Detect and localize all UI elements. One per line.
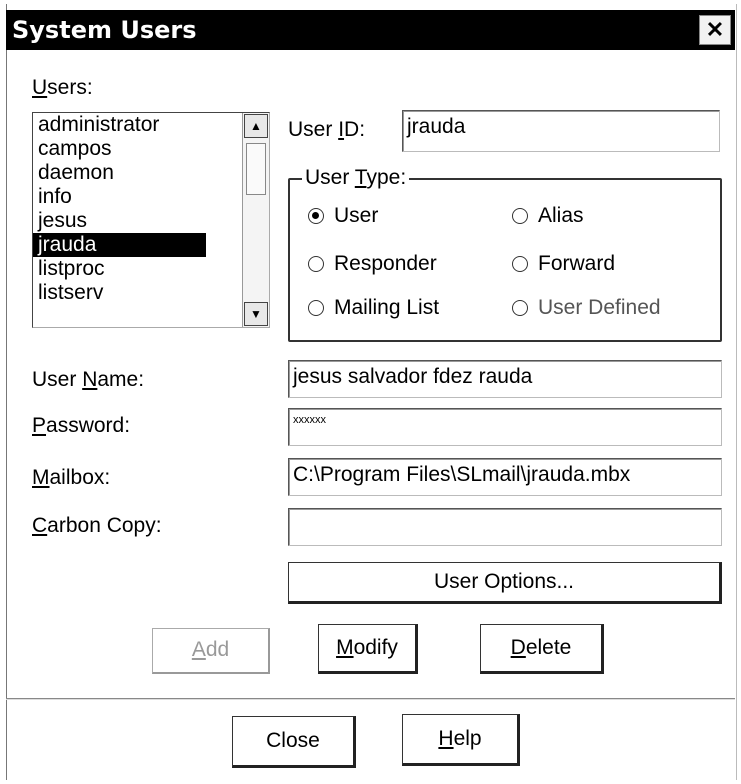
radio-user-defined-label: User Defined xyxy=(538,296,661,319)
password-label: Password: xyxy=(32,414,131,437)
carbon-copy-label: Carbon Copy: xyxy=(32,514,162,537)
radio-forward-label: Forward xyxy=(538,252,616,275)
radio-unselected-icon xyxy=(512,208,528,224)
users-label: Users: xyxy=(32,76,93,99)
radio-responder[interactable]: Responder xyxy=(308,252,437,276)
radio-unselected-icon xyxy=(512,256,528,272)
list-item[interactable]: listserv xyxy=(33,281,269,305)
radio-alias[interactable]: Alias xyxy=(512,204,584,228)
list-item[interactable]: jesus xyxy=(33,209,269,233)
list-item[interactable]: listproc xyxy=(33,257,269,281)
delete-button[interactable]: Delete xyxy=(480,624,604,674)
radio-responder-label: Responder xyxy=(334,252,437,275)
password-input[interactable]: xxxxxx xyxy=(288,408,722,446)
radio-unselected-icon xyxy=(308,256,324,272)
list-item[interactable]: daemon xyxy=(33,161,269,185)
modify-button[interactable]: Modify xyxy=(318,624,418,674)
radio-user-defined[interactable]: User Defined xyxy=(512,296,661,320)
add-button[interactable]: Add xyxy=(152,628,270,674)
list-item[interactable]: jrauda xyxy=(33,233,206,257)
radio-mailing-list-label: Mailing List xyxy=(334,296,440,319)
radio-user-label: User xyxy=(334,204,379,227)
radio-forward[interactable]: Forward xyxy=(512,252,615,276)
radio-unselected-icon xyxy=(512,300,528,316)
mailbox-label: Mailbox: xyxy=(32,466,111,489)
users-scrollbar[interactable]: ▲ ▼ xyxy=(242,113,269,327)
radio-user[interactable]: User xyxy=(308,204,378,228)
carbon-copy-input[interactable] xyxy=(288,508,722,546)
close-button[interactable]: Close xyxy=(232,716,356,768)
user-options-button[interactable]: User Options... xyxy=(288,562,722,604)
list-item[interactable]: campos xyxy=(33,137,269,161)
users-listbox[interactable]: administrator campos daemon info jesus jrauda… xyxy=(32,112,270,328)
user-name-input[interactable]: jesus salvador fdez rauda xyxy=(288,360,722,398)
scroll-down-icon[interactable]: ▼ xyxy=(244,302,268,326)
radio-mailing-list[interactable]: Mailing List xyxy=(308,296,439,320)
scroll-up-icon[interactable]: ▲ xyxy=(244,114,268,138)
radio-selected-icon xyxy=(308,208,324,224)
user-type-legend: User Type: xyxy=(302,166,410,190)
radio-unselected-icon xyxy=(308,300,324,316)
radio-alias-label: Alias xyxy=(538,204,584,227)
scroll-thumb[interactable] xyxy=(246,143,266,195)
user-name-label: User Name: xyxy=(32,368,145,391)
mailbox-input[interactable]: C:\Program Files\SLmail\jrauda.mbx xyxy=(288,458,722,496)
user-type-group: User Type: User Alias Responder Forward … xyxy=(288,166,722,342)
window-title: System Users xyxy=(12,16,197,44)
user-id-label: User ID: xyxy=(288,118,366,141)
title-bar[interactable]: System Users ✕ xyxy=(6,10,735,50)
list-item[interactable]: info xyxy=(33,185,269,209)
close-icon[interactable]: ✕ xyxy=(699,15,731,45)
separator xyxy=(6,698,735,700)
help-button[interactable]: Help xyxy=(402,714,520,766)
list-item[interactable]: administrator xyxy=(33,113,269,137)
user-id-input[interactable]: jrauda xyxy=(402,110,720,152)
